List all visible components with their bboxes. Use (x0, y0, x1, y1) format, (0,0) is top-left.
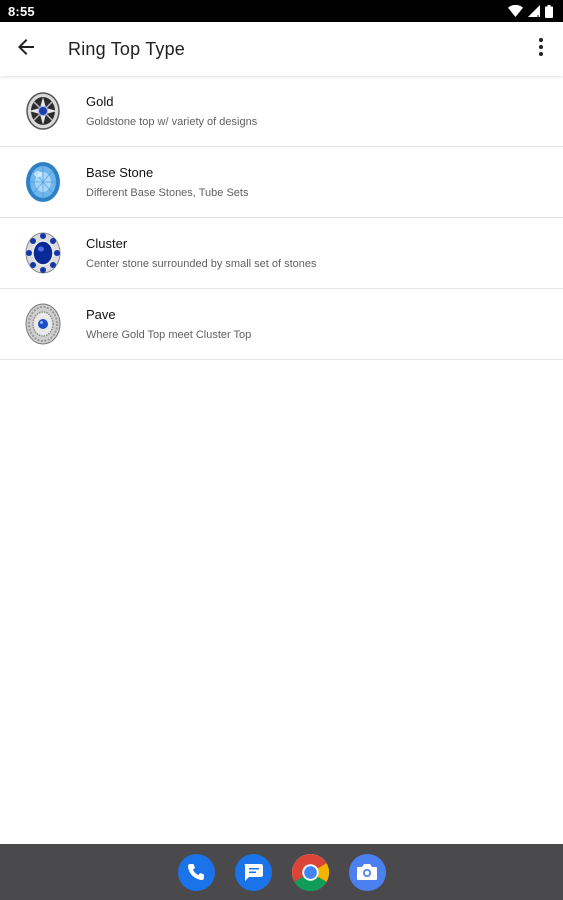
pave-stone-icon (24, 303, 62, 345)
item-title: Base Stone (86, 165, 154, 180)
arrow-back-icon (17, 38, 35, 61)
item-subtitle: Goldstone top w/ variety of designs (86, 116, 258, 128)
cluster-stone-icon (24, 232, 62, 274)
app-bar: Ring Top Type (0, 22, 563, 76)
status-icons (508, 0, 553, 22)
list-item-gold[interactable]: Gold Goldstone top w/ variety of designs (0, 76, 563, 147)
back-button[interactable] (12, 35, 40, 63)
gold-ring-top-icon (24, 90, 62, 132)
battery-icon (545, 4, 553, 18)
phone-app-icon[interactable] (177, 853, 215, 891)
item-title: Cluster (86, 236, 128, 251)
page-title: Ring Top Type (68, 39, 186, 59)
overflow-menu-button[interactable] (533, 35, 549, 63)
messages-app-icon[interactable] (234, 853, 272, 891)
signal-icon (528, 5, 540, 17)
wifi-icon (508, 5, 523, 17)
status-time: 8:55 (8, 3, 35, 19)
item-subtitle: Different Base Stones, Tube Sets (86, 187, 249, 199)
app-dock (0, 844, 563, 900)
more-vert-icon (539, 37, 543, 61)
camera-app-icon[interactable] (348, 853, 386, 891)
item-title: Gold (86, 94, 114, 109)
status-bar: 8:55 (0, 0, 563, 22)
ring-top-type-list: Gold Goldstone top w/ variety of designs… (0, 76, 563, 360)
base-stone-icon (24, 161, 62, 203)
chrome-app-icon[interactable] (291, 853, 329, 891)
list-item-pave[interactable]: Pave Where Gold Top meet Cluster Top (0, 289, 563, 360)
list-item-cluster[interactable]: Cluster Center stone surrounded by small… (0, 218, 563, 289)
list-item-base-stone[interactable]: Base Stone Different Base Stones, Tube S… (0, 147, 563, 218)
item-subtitle: Center stone surrounded by small set of … (86, 258, 317, 270)
item-title: Pave (86, 307, 116, 322)
item-subtitle: Where Gold Top meet Cluster Top (86, 329, 252, 341)
